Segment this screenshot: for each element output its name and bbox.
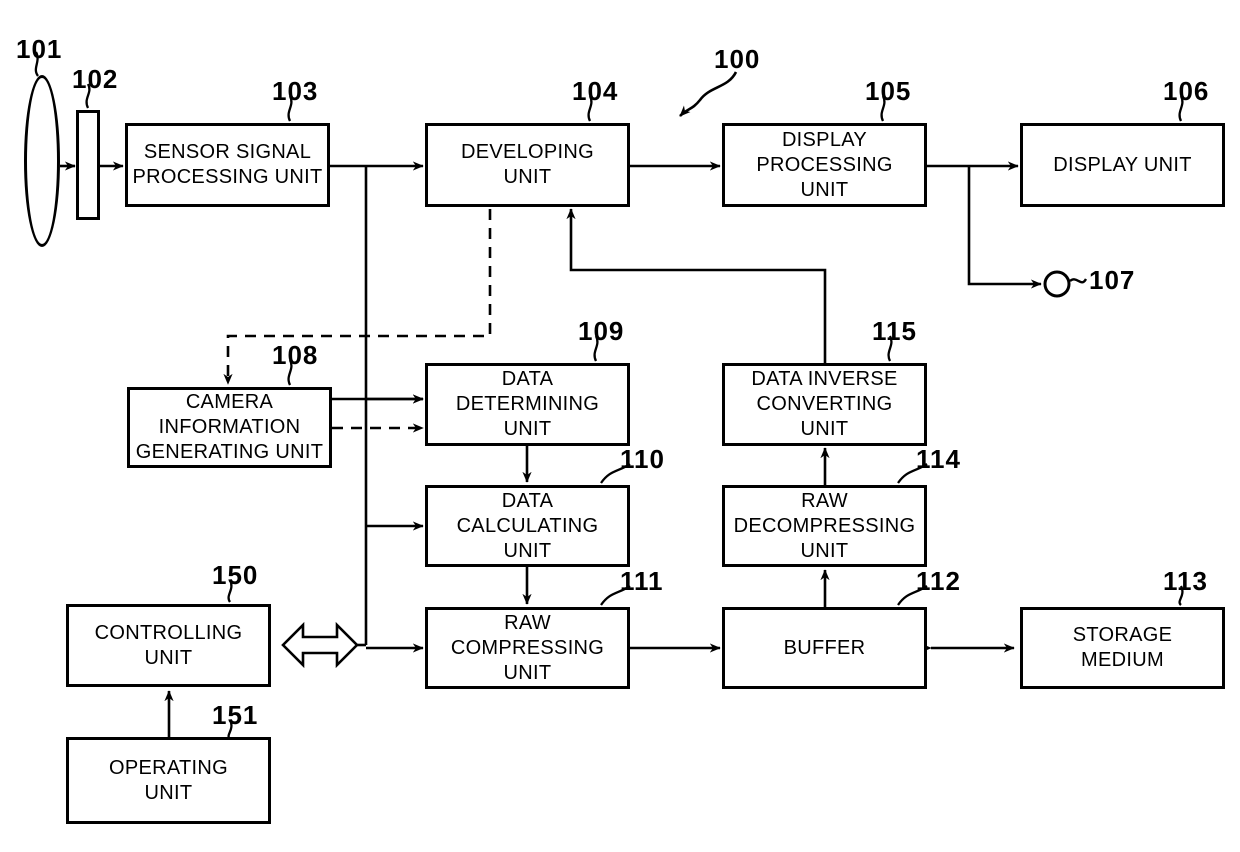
image-sensor-element <box>76 110 100 220</box>
block-106: DISPLAY UNIT <box>1020 123 1225 207</box>
block-114: RAW DECOMPRESSING UNIT <box>722 485 927 567</box>
block-label-108: CAMERA INFORMATION GENERATING UNIT <box>135 391 324 463</box>
double-arrow-150-bus <box>281 621 359 669</box>
reference-numeral-107: 107 <box>1089 265 1136 295</box>
block-108: CAMERA INFORMATION GENERATING UNIT <box>127 387 332 468</box>
block-label-105: DISPLAY PROCESSING UNIT <box>756 128 893 201</box>
block-104: DEVELOPING UNIT <box>425 123 630 207</box>
reference-numeral-103: 103 <box>272 76 319 106</box>
reference-numeral-151: 151 <box>212 700 259 730</box>
block-label-112: BUFFER <box>783 636 866 659</box>
block-label-104: DEVELOPING UNIT <box>460 141 595 188</box>
reference-numeral-108: 108 <box>272 340 319 370</box>
reference-numeral-104: 104 <box>572 76 619 106</box>
reference-numeral-102: 102 <box>72 64 119 94</box>
block-label-110: DATA CALCULATING UNIT <box>456 489 599 562</box>
reference-numeral-110: 110 <box>620 444 665 474</box>
block-label-150: CONTROLLING UNIT <box>94 621 243 669</box>
reference-numeral-109: 109 <box>578 316 625 346</box>
block-151: OPERATING UNIT <box>66 737 271 824</box>
block-110: DATA CALCULATING UNIT <box>425 485 630 567</box>
block-115: DATA INVERSE CONVERTING UNIT <box>722 363 927 446</box>
figure-canvas: SENSOR SIGNAL PROCESSING UNIT DEVELOPING UN… <box>0 0 1240 852</box>
lens-element <box>24 75 60 247</box>
reference-numeral-150: 150 <box>212 560 259 590</box>
block-label-103: SENSOR SIGNAL PROCESSING UNIT <box>132 141 323 188</box>
reference-numeral-100: 100 <box>714 44 761 74</box>
block-109: DATA DETERMINING UNIT <box>425 363 630 446</box>
block-label-111: RAW COMPRESSING UNIT <box>450 611 605 684</box>
reference-numeral-115: 115 <box>872 316 917 346</box>
block-label-109: DATA DETERMINING UNIT <box>455 368 600 440</box>
block-label-106: DISPLAY UNIT <box>1053 153 1192 176</box>
block-label-115: DATA INVERSE CONVERTING UNIT <box>751 368 898 440</box>
reference-numeral-111: 111 <box>620 566 664 596</box>
leader-107 <box>1069 278 1088 284</box>
block-113: STORAGE MEDIUM <box>1020 607 1225 689</box>
output-terminal-circle <box>1043 270 1071 298</box>
leader-100 <box>679 71 738 117</box>
block-112: BUFFER <box>722 607 927 689</box>
block-111: RAW COMPRESSING UNIT <box>425 607 630 689</box>
block-150: CONTROLLING UNIT <box>66 604 271 687</box>
reference-numeral-114: 114 <box>916 444 961 474</box>
wire-104-to-108-dashed <box>223 209 492 385</box>
block-label-151: OPERATING UNIT <box>108 756 228 804</box>
block-label-113: STORAGE MEDIUM <box>1072 624 1173 671</box>
reference-numeral-113: 113 <box>1163 566 1208 596</box>
reference-numeral-105: 105 <box>865 76 912 106</box>
reference-numeral-101: 101 <box>16 34 63 64</box>
block-103: SENSOR SIGNAL PROCESSING UNIT <box>125 123 330 207</box>
block-105: DISPLAY PROCESSING UNIT <box>722 123 927 207</box>
block-label-114: RAW DECOMPRESSING UNIT <box>733 489 916 562</box>
reference-numeral-106: 106 <box>1163 76 1210 106</box>
reference-numeral-112: 112 <box>916 566 961 596</box>
